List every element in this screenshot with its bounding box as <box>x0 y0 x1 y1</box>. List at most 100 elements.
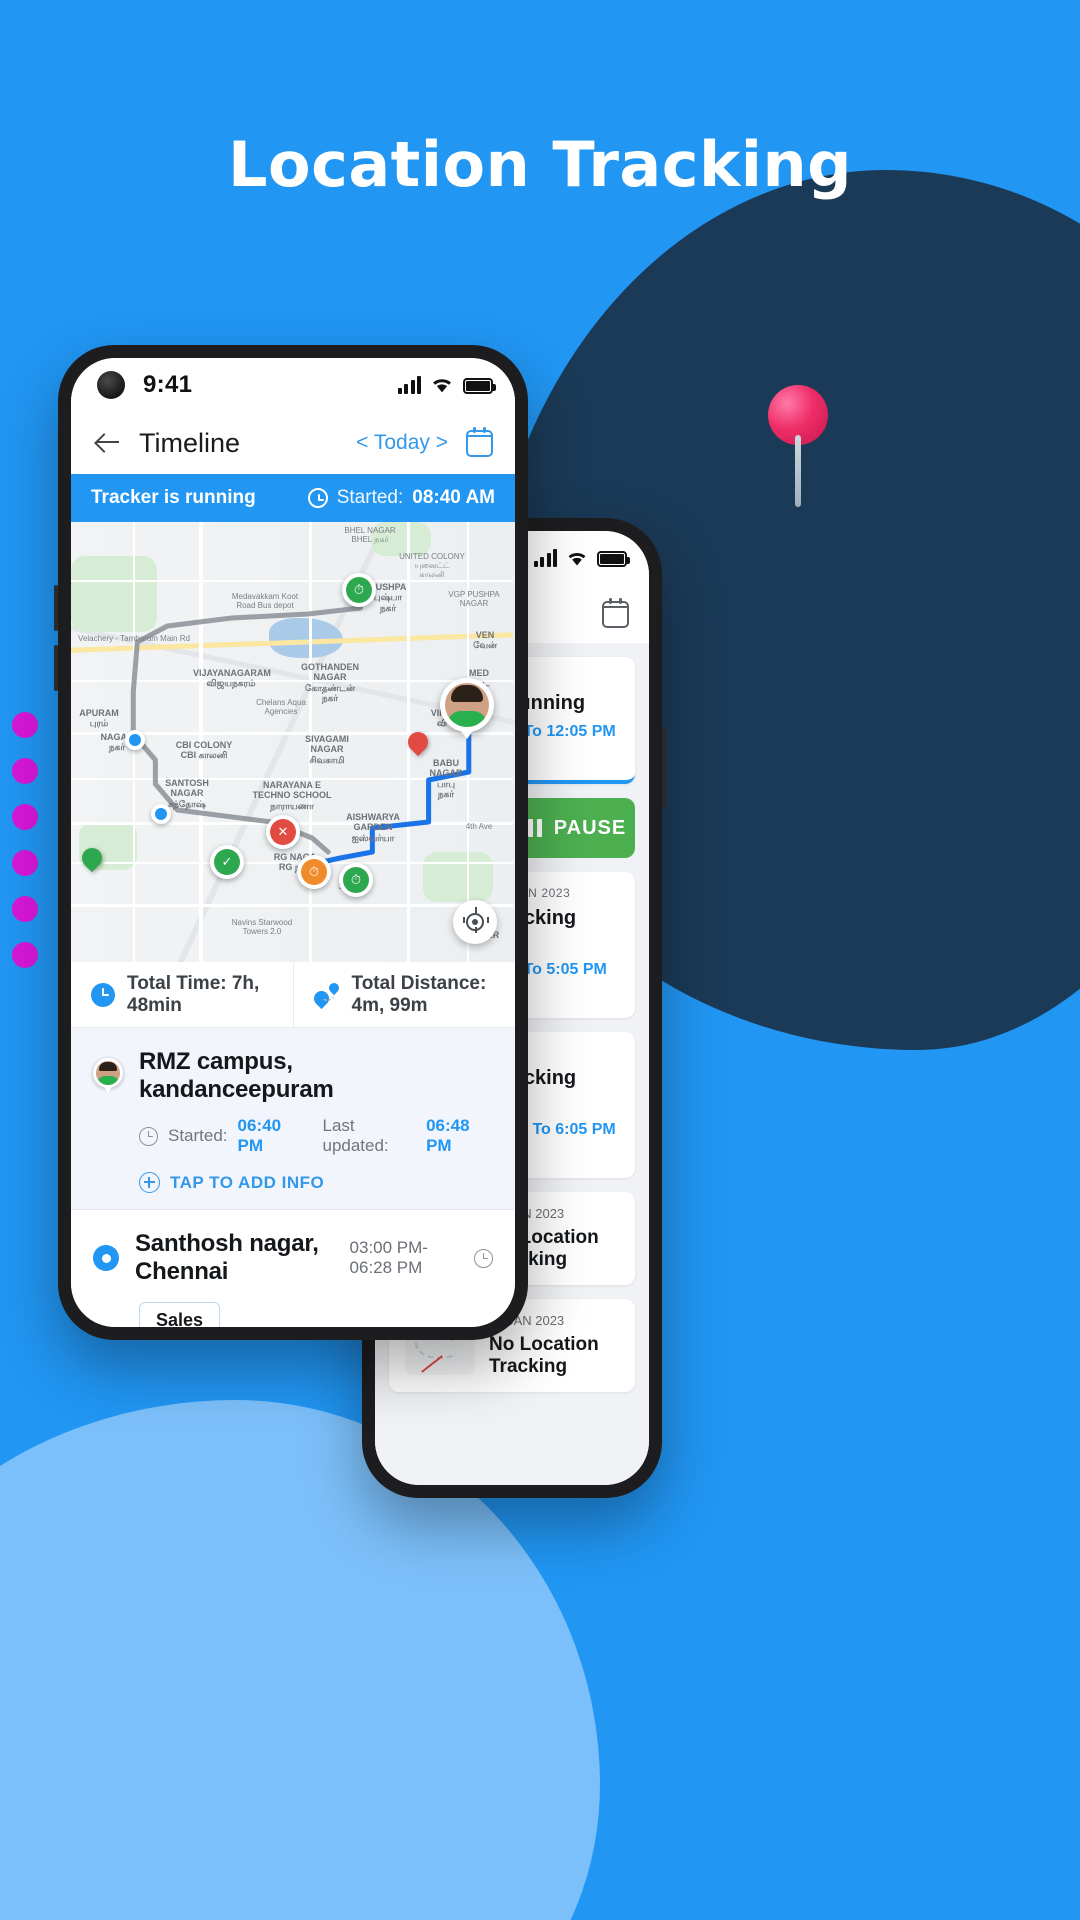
page-title: Timeline <box>139 427 241 458</box>
entry-place-name: Santhosh nagar, Chennai <box>135 1230 319 1285</box>
entry-times: Started: 06:40 PM Last updated: 06:48 PM <box>139 1116 493 1156</box>
map-label: Medavakkam Koot Road Bus depot <box>231 592 299 611</box>
updated-label: Last updated: <box>322 1116 389 1155</box>
dot <box>12 712 38 738</box>
clock-marker-icon: ⏱ <box>346 577 372 603</box>
battery-icon <box>597 551 630 567</box>
clock-filled-icon <box>91 982 115 1007</box>
battery-icon <box>463 378 496 394</box>
updated-value: 06:48 PM <box>426 1116 470 1155</box>
clock-icon <box>139 1126 158 1146</box>
map-label: CBI COLONY CBI காலனி <box>175 740 233 761</box>
page-title: Location Tracking <box>227 128 853 201</box>
map-marker-red[interactable]: ✕ <box>266 815 300 849</box>
map-label: BHEL NAGAR BHEL நகர் <box>344 526 396 545</box>
status-time: 9:41 <box>143 371 193 398</box>
calendar-icon[interactable] <box>601 597 630 628</box>
dot <box>12 758 38 784</box>
map-label: AISHWARYA GARDEN ஐஸ்வர்யா <box>346 812 400 843</box>
back-arrow-icon[interactable] <box>93 428 123 458</box>
timeline-entry-rmz[interactable]: RMZ campus, kandanceepuram Started: 06:4… <box>71 1028 515 1210</box>
status-badge: Sales <box>139 1302 221 1327</box>
route-map[interactable]: BHEL NAGAR BHEL நகர் UNITED COLONY யுனைட்ட… <box>71 522 515 962</box>
clock-marker-icon: ⏱ <box>343 867 369 893</box>
add-info-label: TAP TO ADD INFO <box>170 1172 325 1192</box>
map-marker-green-2[interactable]: ⏱ <box>339 863 373 897</box>
front-status-bar: 9:41 <box>71 358 515 412</box>
map-label: Navins Starwood Towers 2.0 <box>231 918 293 937</box>
total-distance-stat: Total Distance: 4m, 99m <box>292 962 516 1027</box>
map-label: 4th Ave <box>465 822 493 831</box>
today-selector[interactable]: < Today > <box>356 431 448 455</box>
map-pin-red[interactable] <box>403 727 433 757</box>
dot <box>12 804 38 830</box>
map-label: NARAYANA E TECHNO SCHOOL நாராயணா <box>252 780 332 811</box>
map-label: UNITED COLONY யுனைட்ட் காலனி <box>399 552 465 580</box>
tracker-status-banner: Tracker is running Started: 08:40 AM <box>71 474 515 522</box>
close-marker-icon: ✕ <box>270 819 296 845</box>
card-title: No Location Tracking <box>489 1334 599 1377</box>
tracker-status-label: Tracker is running <box>91 487 256 508</box>
tracker-started-group: Started: 08:40 AM <box>307 487 495 509</box>
started-label: Started: <box>336 487 404 508</box>
map-label: VEN வேன் <box>473 630 497 651</box>
dot <box>12 850 38 876</box>
status-indicators <box>533 549 630 567</box>
check-marker-icon: ✓ <box>214 849 240 875</box>
route-distance-icon <box>310 980 341 1009</box>
poster-canvas: Location Tracking Trackin <box>0 0 1080 1920</box>
clock-icon <box>307 488 328 508</box>
total-time-stat: Total Time: 7h, 48min <box>71 962 293 1027</box>
dot <box>12 942 38 968</box>
radio-dot-icon <box>93 1245 119 1271</box>
pin-stick <box>795 435 801 507</box>
total-time-label: Total Time: 7h, 48min <box>127 972 260 1016</box>
gps-locate-icon[interactable] <box>453 900 497 944</box>
map-label: SIVAGAMI NAGAR சிவகாமி <box>305 734 349 765</box>
map-route-dot[interactable] <box>125 730 145 750</box>
map-route-dot[interactable] <box>151 804 171 824</box>
calendar-icon[interactable] <box>465 426 494 457</box>
user-avatar-map-pin[interactable] <box>440 678 494 740</box>
map-label: Velachery - Tambaram Main Rd <box>78 634 190 643</box>
wifi-icon <box>568 553 586 566</box>
pause-button[interactable]: PAUSE <box>519 798 635 858</box>
volume-down-button[interactable] <box>54 645 58 691</box>
map-label: VIJAYANAGARAM விஜயநகரம் <box>193 668 271 689</box>
total-distance-label: Total Distance: 4m, 99m <box>351 972 487 1016</box>
map-label: VGP PUSHPA NAGAR <box>448 590 500 609</box>
entry-time-range: 03:00 PM-06:28 PM <box>349 1238 428 1277</box>
started-value: 06:40 PM <box>237 1116 282 1155</box>
avatar-pin-icon <box>93 1058 123 1094</box>
map-label: BABU NAGAR பாபு நகர் <box>429 758 463 800</box>
map-marker-orange[interactable]: ⏱ <box>297 855 331 889</box>
signal-bars-icon <box>397 376 421 394</box>
map-label: APURAM புரம் <box>79 708 119 729</box>
volume-up-button[interactable] <box>54 585 58 631</box>
started-label: Started: <box>168 1126 228 1145</box>
status-indicators <box>397 376 496 394</box>
dot <box>12 896 38 922</box>
power-button[interactable] <box>662 728 666 808</box>
plus-circle-icon <box>139 1172 160 1193</box>
front-camera-punch-hole <box>97 371 125 399</box>
tap-to-add-info-button[interactable]: TAP TO ADD INFO <box>139 1172 493 1193</box>
entry-header: RMZ campus, kandanceepuram <box>93 1048 493 1104</box>
wifi-icon <box>433 379 451 393</box>
signal-bars-icon <box>533 549 557 567</box>
front-phone-device: 9:41 Timeline < Today > Tracker is runni… <box>54 345 528 1340</box>
front-phone-screen: 9:41 Timeline < Today > Tracker is runni… <box>71 358 515 1327</box>
map-pin-green[interactable] <box>77 843 107 873</box>
clock-marker-icon: ⏱ <box>301 859 327 885</box>
started-value: 08:40 AM <box>412 487 495 508</box>
map-pin-decoration <box>768 385 830 507</box>
entry-header: Santhosh nagar, Chennai 03:00 PM-06:28 P… <box>93 1230 493 1286</box>
timeline-navbar: Timeline < Today > <box>71 412 515 474</box>
pause-bars-icon <box>527 819 542 837</box>
clock-icon <box>474 1248 493 1268</box>
pause-button-label: PAUSE <box>553 816 627 839</box>
timeline-entry-santhosh[interactable]: Santhosh nagar, Chennai 03:00 PM-06:28 P… <box>71 1210 515 1327</box>
map-marker-green[interactable]: ⏱ <box>342 573 376 607</box>
map-marker-check[interactable]: ✓ <box>210 845 244 879</box>
map-label: Chelans Aqua Agencies <box>256 698 306 717</box>
